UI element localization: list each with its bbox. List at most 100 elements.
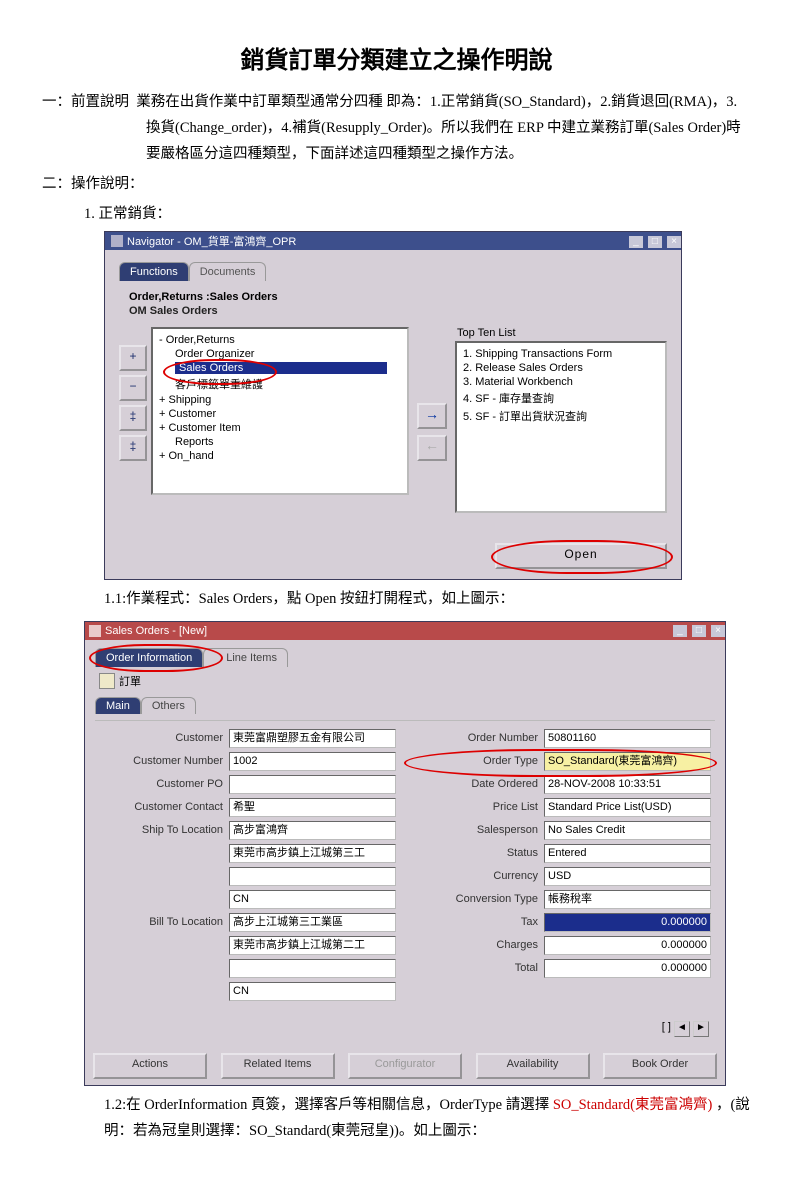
list-item[interactable]: 1. Shipping Transactions Form xyxy=(463,347,661,361)
field-conversion-type[interactable]: 帳務稅率 xyxy=(544,890,711,909)
window-title-text: Sales Orders - [New] xyxy=(105,625,207,637)
tree-item[interactable]: + On_hand xyxy=(159,449,407,463)
tab-documents[interactable]: Documents xyxy=(189,262,267,281)
field-tax[interactable]: 0.000000 xyxy=(544,913,711,932)
arrow-right-icon[interactable]: → xyxy=(417,403,447,429)
tree-item[interactable]: Order Organizer xyxy=(159,347,407,361)
preamble-text: 業務在出貨作業中訂單類型通常分四種 即為：1.正常銷貨(SO_Standard)… xyxy=(136,94,740,162)
prev-record-icon[interactable]: ◄ xyxy=(674,1021,690,1037)
window-title-text: Navigator - OM_貨單-富鴻齊_OPR xyxy=(127,233,296,249)
window-controls[interactable]: _ □ × xyxy=(671,624,725,637)
order-form: Customer東莞富鼎塑膠五金有限公司 Customer Number1002… xyxy=(95,720,715,1019)
tree-item[interactable]: Reports xyxy=(159,435,407,449)
top-tab-bar: Order Information Line Items xyxy=(95,648,715,667)
actions-button[interactable]: Actions xyxy=(93,1053,207,1079)
label-order-number: Order Number xyxy=(414,732,544,744)
label-order-type: Order Type xyxy=(414,755,544,767)
related-items-button[interactable]: Related Items xyxy=(221,1053,335,1079)
sales-orders-window: Sales Orders - [New] _ □ × Order Informa… xyxy=(84,621,726,1086)
field-customer-number[interactable]: 1002 xyxy=(229,752,396,771)
tree-item[interactable]: - Order,Returns xyxy=(159,333,407,347)
tree-item[interactable]: + Shipping xyxy=(159,393,407,407)
inner-tab-bar: Main Others xyxy=(95,697,715,714)
label-date-ordered: Date Ordered xyxy=(414,778,544,790)
tree-item[interactable]: + Customer Item xyxy=(159,421,407,435)
field-bill-to-4[interactable]: CN xyxy=(229,982,396,1001)
label-price-list: Price List xyxy=(414,801,544,813)
field-order-number[interactable]: 50801160 xyxy=(544,729,711,748)
field-customer[interactable]: 東莞富鼎塑膠五金有限公司 xyxy=(229,729,396,748)
tree-item[interactable]: 客戶標籤單重維護 xyxy=(159,375,407,393)
field-salesperson[interactable]: No Sales Credit xyxy=(544,821,711,840)
field-total[interactable]: 0.000000 xyxy=(544,959,711,978)
list-item[interactable]: 2. Release Sales Orders xyxy=(463,361,661,375)
label-ship-to: Ship To Location xyxy=(99,824,229,836)
breadcrumb: Order,Returns :Sales Orders xyxy=(129,291,667,303)
list-item[interactable]: 4. SF - 庫存量查詢 xyxy=(463,389,661,407)
window-title-bar: Navigator - OM_貨單-富鴻齊_OPR _ □ × xyxy=(105,232,681,250)
field-ship-to-2[interactable]: 東莞市高步鎮上江城第三工 xyxy=(229,844,396,863)
field-customer-contact[interactable]: 希聖 xyxy=(229,798,396,817)
record-navigator[interactable]: [ ] ◄ ► xyxy=(95,1019,715,1037)
tree-item[interactable]: + Customer xyxy=(159,407,407,421)
list-item[interactable]: 5. SF - 訂單出貨狀況查詢 xyxy=(463,407,661,425)
configurator-button[interactable]: Configurator xyxy=(348,1053,462,1079)
label-charges: Charges xyxy=(414,939,544,951)
top-ten-list[interactable]: 1. Shipping Transactions Form 2. Release… xyxy=(455,341,667,513)
label-customer-number: Customer Number xyxy=(99,755,229,767)
availability-button[interactable]: Availability xyxy=(476,1053,590,1079)
caption-1-2: 1.2:在 OrderInformation 頁簽，選擇客戶等相關信息，Orde… xyxy=(104,1092,751,1144)
maximize-icon[interactable]: □ xyxy=(648,236,662,248)
minimize-icon[interactable]: _ xyxy=(629,236,643,248)
expand-all-button[interactable]: ‡ xyxy=(119,405,147,431)
field-bill-to[interactable]: 高步上江城第三工業區 xyxy=(229,913,396,932)
tab-line-items[interactable]: Line Items xyxy=(203,648,288,667)
tree-side-buttons: + − ‡ ‡ xyxy=(119,345,147,513)
field-date-ordered[interactable]: 28-NOV-2008 10:33:51 xyxy=(544,775,711,794)
field-price-list[interactable]: Standard Price List(USD) xyxy=(544,798,711,817)
tab-functions[interactable]: Functions xyxy=(119,262,189,281)
field-ship-to-4[interactable]: CN xyxy=(229,890,396,909)
label-customer-contact: Customer Contact xyxy=(99,801,229,813)
label-salesperson: Salesperson xyxy=(414,824,544,836)
app-icon xyxy=(89,625,101,637)
tab-others[interactable]: Others xyxy=(141,697,196,714)
field-ship-to[interactable]: 高步富鴻齊 xyxy=(229,821,396,840)
close-icon[interactable]: × xyxy=(711,625,725,637)
label-currency: Currency xyxy=(414,870,544,882)
list-item[interactable]: 3. Material Workbench xyxy=(463,375,661,389)
navigator-tree[interactable]: - Order,Returns Order Organizer Sales Or… xyxy=(151,327,409,495)
window-controls[interactable]: _ □ × xyxy=(627,235,681,248)
collapse-button[interactable]: − xyxy=(119,375,147,401)
field-bill-to-3[interactable] xyxy=(229,959,396,978)
expand-button[interactable]: + xyxy=(119,345,147,371)
minimize-icon[interactable]: _ xyxy=(673,625,687,637)
breadcrumb-sub: OM Sales Orders xyxy=(129,305,667,317)
tab-main[interactable]: Main xyxy=(95,697,141,714)
page-title: 銷貨訂單分類建立之操作明說 xyxy=(42,40,751,75)
navigator-window: Navigator - OM_貨單-富鴻齊_OPR _ □ × Function… xyxy=(104,231,682,580)
label-tax: Tax xyxy=(414,916,544,928)
caption-1-2b: SO_Standard(東莞富鴻齊) xyxy=(553,1097,713,1113)
window-title-bar: Sales Orders - [New] _ □ × xyxy=(85,622,725,640)
open-button[interactable]: Open xyxy=(495,543,667,569)
field-currency[interactable]: USD xyxy=(544,867,711,886)
arrow-left-icon[interactable]: ← xyxy=(417,435,447,461)
maximize-icon[interactable]: □ xyxy=(692,625,706,637)
field-status[interactable]: Entered xyxy=(544,844,711,863)
field-customer-po[interactable] xyxy=(229,775,396,794)
book-order-button[interactable]: Book Order xyxy=(603,1053,717,1079)
tab-order-information[interactable]: Order Information xyxy=(95,648,203,667)
close-icon[interactable]: × xyxy=(667,236,681,248)
top-ten-label: Top Ten List xyxy=(457,327,667,339)
tree-item[interactable]: Sales Orders xyxy=(159,361,407,375)
next-record-icon[interactable]: ► xyxy=(693,1021,709,1037)
field-bill-to-2[interactable]: 東莞市高步鎮上江城第二工 xyxy=(229,936,396,955)
label-conversion-type: Conversion Type xyxy=(414,893,544,905)
caption-1-1: 1.1:作業程式：Sales Orders，點 Open 按鈕打開程式，如上圖示… xyxy=(104,586,751,612)
tree-item-selected[interactable]: Sales Orders xyxy=(175,362,387,374)
collapse-all-button[interactable]: ‡ xyxy=(119,435,147,461)
field-order-type[interactable]: SO_Standard(東莞富鴻齊) xyxy=(544,752,711,771)
field-ship-to-3[interactable] xyxy=(229,867,396,886)
field-charges[interactable]: 0.000000 xyxy=(544,936,711,955)
